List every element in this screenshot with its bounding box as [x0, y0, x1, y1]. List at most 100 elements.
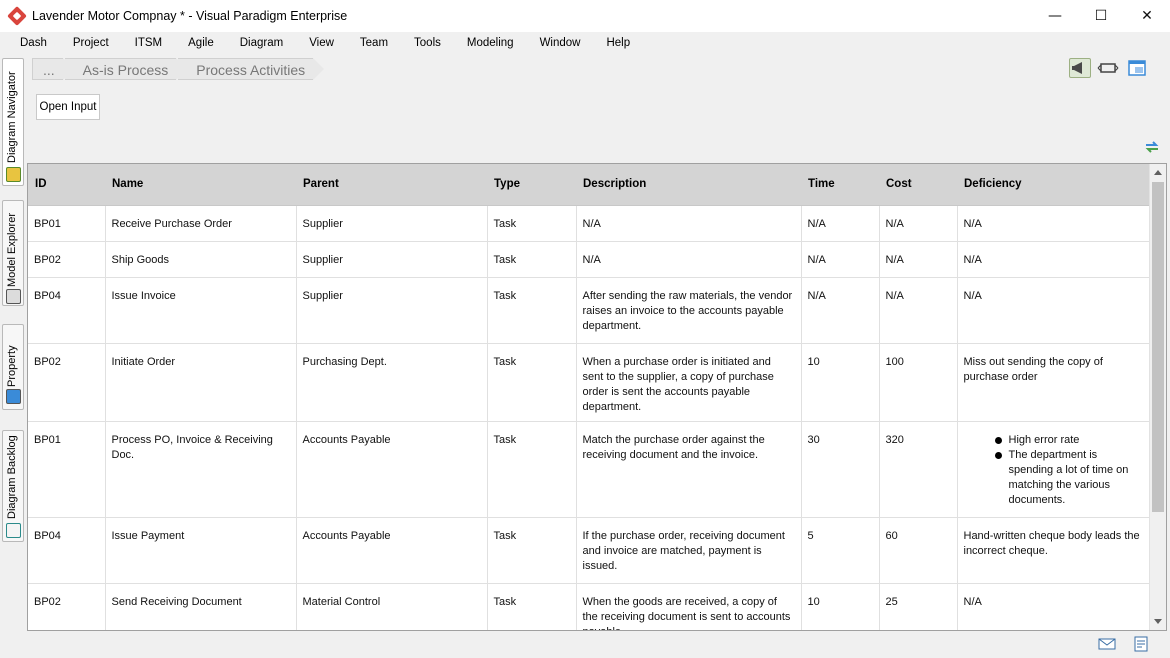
- cell-id[interactable]: BP01: [28, 421, 106, 518]
- maximize-button[interactable]: ☐: [1078, 0, 1124, 32]
- cell-name[interactable]: Issue Payment: [105, 517, 297, 584]
- cell-name[interactable]: Ship Goods: [105, 241, 297, 278]
- minimize-button[interactable]: —: [1032, 0, 1078, 32]
- table-row[interactable]: BP04 Issue Payment Accounts Payable Task…: [28, 517, 1150, 584]
- cell-description[interactable]: If the purchase order, receiving documen…: [576, 517, 802, 584]
- breadcrumb-ellipsis[interactable]: ...: [32, 58, 74, 80]
- tab-property[interactable]: Property: [2, 324, 24, 410]
- cell-deficiency[interactable]: Miss out sending the copy of purchase or…: [957, 343, 1150, 422]
- cell-type[interactable]: Task: [487, 205, 577, 242]
- cell-description[interactable]: N/A: [576, 241, 802, 278]
- cell-id[interactable]: BP04: [28, 277, 106, 344]
- cell-deficiency[interactable]: N/A: [957, 205, 1150, 242]
- cell-type[interactable]: Task: [487, 277, 577, 344]
- cell-description[interactable]: N/A: [576, 205, 802, 242]
- cell-deficiency[interactable]: Hand-written cheque body leads the incor…: [957, 517, 1150, 584]
- cell-cost[interactable]: 60: [879, 517, 958, 584]
- cell-id[interactable]: BP02: [28, 343, 106, 422]
- cell-name[interactable]: Send Receiving Document: [105, 583, 297, 630]
- scroll-up-icon[interactable]: [1154, 170, 1162, 175]
- cell-parent[interactable]: Supplier: [296, 241, 488, 278]
- menu-agile[interactable]: Agile: [175, 32, 227, 54]
- megaphone-icon[interactable]: [1069, 58, 1091, 78]
- cell-time[interactable]: 10: [801, 343, 880, 422]
- cell-time[interactable]: 30: [801, 421, 880, 518]
- menu-project[interactable]: Project: [60, 32, 122, 54]
- table-row[interactable]: BP02 Ship Goods Supplier Task N/A N/A N/…: [28, 241, 1150, 278]
- column-header-cost[interactable]: Cost: [879, 164, 957, 206]
- cell-name[interactable]: Issue Invoice: [105, 277, 297, 344]
- cell-deficiency[interactable]: N/A: [957, 241, 1150, 278]
- layout-icon[interactable]: [1126, 58, 1148, 78]
- vertical-scrollbar[interactable]: [1149, 164, 1166, 630]
- cell-time[interactable]: N/A: [801, 241, 880, 278]
- cell-time[interactable]: N/A: [801, 205, 880, 242]
- close-button[interactable]: ✕: [1124, 0, 1170, 32]
- cell-id[interactable]: BP01: [28, 205, 106, 242]
- cell-type[interactable]: Task: [487, 421, 577, 518]
- cell-name[interactable]: Receive Purchase Order: [105, 205, 297, 242]
- cell-parent[interactable]: Accounts Payable: [296, 517, 488, 584]
- cell-type[interactable]: Task: [487, 583, 577, 630]
- table-row[interactable]: BP02 Send Receiving Document Material Co…: [28, 583, 1150, 630]
- column-header-parent[interactable]: Parent: [296, 164, 487, 206]
- column-header-name[interactable]: Name: [105, 164, 296, 206]
- cell-type[interactable]: Task: [487, 241, 577, 278]
- cell-time[interactable]: 5: [801, 517, 880, 584]
- column-header-description[interactable]: Description: [576, 164, 801, 206]
- cell-parent[interactable]: Accounts Payable: [296, 421, 488, 518]
- cell-cost[interactable]: N/A: [879, 241, 958, 278]
- menu-modeling[interactable]: Modeling: [454, 32, 527, 54]
- cell-cost[interactable]: N/A: [879, 205, 958, 242]
- menu-help[interactable]: Help: [593, 32, 643, 54]
- scroll-down-icon[interactable]: [1154, 619, 1162, 624]
- table-row[interactable]: BP01 Process PO, Invoice & Receiving Doc…: [28, 421, 1150, 518]
- cell-time[interactable]: N/A: [801, 277, 880, 344]
- menu-tools[interactable]: Tools: [401, 32, 454, 54]
- table-row[interactable]: BP02 Initiate Order Purchasing Dept. Tas…: [28, 343, 1150, 422]
- scroll-thumb[interactable]: [1152, 182, 1164, 512]
- cell-cost[interactable]: 100: [879, 343, 958, 422]
- cell-deficiency[interactable]: N/A: [957, 277, 1150, 344]
- menu-view[interactable]: View: [296, 32, 347, 54]
- tab-diagram-backlog[interactable]: Diagram Backlog: [2, 430, 24, 542]
- cell-time[interactable]: 10: [801, 583, 880, 630]
- menu-team[interactable]: Team: [347, 32, 401, 54]
- cell-description[interactable]: Match the purchase order against the rec…: [576, 421, 802, 518]
- fit-width-icon[interactable]: [1097, 58, 1119, 78]
- cell-description[interactable]: When a purchase order is initiated and s…: [576, 343, 802, 422]
- mail-icon[interactable]: [1098, 636, 1116, 652]
- cell-id[interactable]: BP04: [28, 517, 106, 584]
- cell-parent[interactable]: Supplier: [296, 205, 488, 242]
- table-row[interactable]: BP01 Receive Purchase Order Supplier Tas…: [28, 205, 1150, 242]
- tab-model-explorer[interactable]: Model Explorer: [2, 200, 24, 306]
- cell-cost[interactable]: 320: [879, 421, 958, 518]
- cell-id[interactable]: BP02: [28, 241, 106, 278]
- cell-deficiency[interactable]: N/A: [957, 583, 1150, 630]
- column-header-type[interactable]: Type: [487, 164, 576, 206]
- cell-type[interactable]: Task: [487, 517, 577, 584]
- column-header-id[interactable]: ID: [28, 164, 105, 206]
- cell-description[interactable]: After sending the raw materials, the ven…: [576, 277, 802, 344]
- cell-deficiency[interactable]: High error rate The department is spendi…: [957, 421, 1150, 518]
- refresh-icon[interactable]: [1143, 138, 1161, 156]
- cell-cost[interactable]: N/A: [879, 277, 958, 344]
- cell-type[interactable]: Task: [487, 343, 577, 422]
- cell-name[interactable]: Process PO, Invoice & Receiving Doc.: [105, 421, 297, 518]
- tab-diagram-navigator[interactable]: Diagram Navigator: [2, 58, 24, 186]
- menu-diagram[interactable]: Diagram: [227, 32, 296, 54]
- table-row[interactable]: BP04 Issue Invoice Supplier Task After s…: [28, 277, 1150, 344]
- column-header-time[interactable]: Time: [801, 164, 879, 206]
- menu-dash[interactable]: Dash: [7, 32, 60, 54]
- open-input-button[interactable]: Open Input: [36, 94, 100, 120]
- menu-window[interactable]: Window: [527, 32, 594, 54]
- menu-itsm[interactable]: ITSM: [122, 32, 175, 54]
- cell-name[interactable]: Initiate Order: [105, 343, 297, 422]
- breadcrumb-process-activities[interactable]: Process Activities: [178, 58, 325, 80]
- cell-description[interactable]: When the goods are received, a copy of t…: [576, 583, 802, 630]
- cell-parent[interactable]: Purchasing Dept.: [296, 343, 488, 422]
- column-header-deficiency[interactable]: Deficiency: [957, 164, 1150, 206]
- cell-id[interactable]: BP02: [28, 583, 106, 630]
- cell-parent[interactable]: Supplier: [296, 277, 488, 344]
- cell-parent[interactable]: Material Control: [296, 583, 488, 630]
